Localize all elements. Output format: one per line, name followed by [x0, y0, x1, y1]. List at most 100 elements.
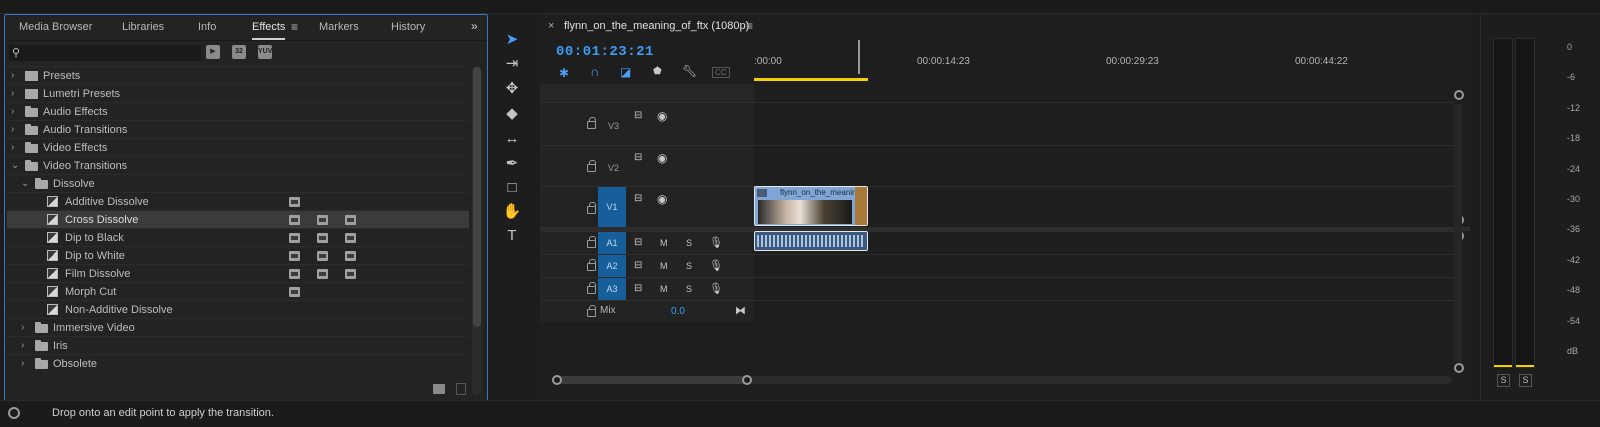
- tree-item[interactable]: › Immersive Video: [7, 318, 469, 336]
- lock-icon[interactable]: [587, 202, 596, 214]
- wrench-icon[interactable]: 🔧︎: [682, 64, 697, 78]
- work-area-bar[interactable]: [754, 78, 868, 81]
- tree-item[interactable]: Morph Cut: [7, 282, 469, 300]
- chevron-down-icon[interactable]: ⌄: [21, 175, 31, 193]
- tree-item[interactable]: › Presets: [7, 66, 469, 84]
- lock-icon[interactable]: [587, 236, 596, 248]
- rectangle-tool[interactable]: □: [499, 176, 525, 198]
- sync-lock-icon[interactable]: ⊟: [634, 260, 642, 271]
- lock-icon[interactable]: [587, 282, 596, 294]
- chevron-right-icon[interactable]: ›: [11, 103, 21, 121]
- chevron-right-icon[interactable]: ›: [21, 319, 31, 337]
- tree-item[interactable]: ⌄ Video Transitions: [7, 156, 469, 174]
- tab-effects[interactable]: Effects: [252, 21, 286, 40]
- playhead-timecode[interactable]: 00:01:23:21: [556, 44, 654, 60]
- new-bin-icon[interactable]: [433, 384, 445, 394]
- tree-item[interactable]: Dip to Black: [7, 228, 469, 246]
- solo-button[interactable]: S: [686, 284, 692, 294]
- solo-right-button[interactable]: S: [1519, 374, 1532, 387]
- ripple-edit-tool[interactable]: ✥: [499, 77, 525, 99]
- microphone-icon[interactable]: 🎙︎: [709, 259, 723, 272]
- vertical-zoom-handle[interactable]: [1454, 90, 1464, 100]
- eye-icon[interactable]: ◉: [657, 192, 667, 206]
- selection-tool[interactable]: ➤: [499, 28, 525, 50]
- tree-item[interactable]: ⌄ Dissolve: [7, 174, 469, 192]
- mix-volume-value[interactable]: 0.0: [671, 306, 685, 317]
- tab-markers[interactable]: Markers: [319, 21, 359, 33]
- source-patch-v1[interactable]: V1: [598, 187, 626, 228]
- captions-icon[interactable]: CC: [712, 67, 730, 78]
- solo-button[interactable]: S: [686, 238, 692, 248]
- video-clip[interactable]: flynn_on_the_meanin: [754, 186, 868, 226]
- type-tool[interactable]: T: [499, 224, 525, 246]
- track-body-v2[interactable]: [754, 145, 1454, 186]
- track-body-a3[interactable]: [754, 277, 1454, 300]
- sync-lock-icon[interactable]: ⊟: [634, 283, 642, 294]
- mute-button[interactable]: M: [660, 261, 668, 271]
- vertical-scrollbar[interactable]: [1454, 104, 1462, 362]
- tab-libraries[interactable]: Libraries: [122, 21, 164, 33]
- tree-item[interactable]: Additive Dissolve: [7, 192, 469, 210]
- playhead[interactable]: [858, 40, 860, 74]
- hamburger-icon[interactable]: ≡: [746, 19, 753, 33]
- mute-button[interactable]: M: [660, 238, 668, 248]
- chevron-right-icon[interactable]: ›: [11, 121, 21, 139]
- eye-icon[interactable]: ◉: [657, 151, 667, 165]
- 32-bit-icon[interactable]: 32: [232, 45, 246, 59]
- close-icon[interactable]: ×: [548, 20, 554, 32]
- hand-tool[interactable]: ✋: [499, 200, 525, 222]
- accelerated-effects-icon[interactable]: ▶: [206, 45, 220, 59]
- slip-tool[interactable]: ↔: [499, 127, 525, 149]
- sequence-tab-title[interactable]: flynn_on_the_meaning_of_ftx (1080p): [564, 20, 749, 32]
- track-body-a2[interactable]: [754, 254, 1454, 277]
- tree-item[interactable]: Film Dissolve: [7, 264, 469, 282]
- tree-item[interactable]: Dip to White: [7, 246, 469, 264]
- hamburger-icon[interactable]: ≡: [291, 20, 298, 34]
- sync-lock-icon[interactable]: ⊟: [634, 237, 642, 248]
- microphone-icon[interactable]: 🎙︎: [709, 236, 723, 249]
- track-target-a3[interactable]: A3: [598, 278, 626, 301]
- double-chevron-right-icon[interactable]: »: [471, 19, 478, 33]
- track-target-a1[interactable]: A1: [598, 232, 626, 255]
- chevron-right-icon[interactable]: ›: [11, 139, 21, 157]
- tree-item[interactable]: Cross Dissolve: [7, 210, 469, 228]
- zoom-handle-left[interactable]: [552, 375, 562, 385]
- tab-media-browser[interactable]: Media Browser: [19, 21, 92, 33]
- yuv-icon[interactable]: YUV: [258, 45, 272, 59]
- scrollbar-thumb[interactable]: [552, 376, 749, 384]
- zoom-handle-right[interactable]: [742, 375, 752, 385]
- search-field[interactable]: [25, 45, 195, 61]
- time-ruler[interactable]: :00:00 00:00:14:23 00:00:29:23 00:00:44:…: [754, 40, 1454, 82]
- tree-item[interactable]: › Video Effects: [7, 138, 469, 156]
- add-marker-icon[interactable]: ⬟: [653, 66, 662, 77]
- lock-icon[interactable]: [587, 259, 596, 271]
- razor-tool[interactable]: ◆: [499, 102, 525, 124]
- sync-lock-icon[interactable]: ⊟: [634, 110, 642, 121]
- mute-button[interactable]: M: [660, 284, 668, 294]
- tree-item[interactable]: › Obsolete: [7, 354, 469, 372]
- chevron-right-icon[interactable]: ›: [21, 355, 31, 373]
- chevron-right-icon[interactable]: ›: [21, 337, 31, 355]
- chevron-right-icon[interactable]: ›: [11, 85, 21, 103]
- horizontal-scrollbar[interactable]: [552, 376, 1452, 384]
- linked-selection-icon[interactable]: ◪: [620, 65, 631, 79]
- nest-toggle-icon[interactable]: ✱: [559, 66, 569, 80]
- snap-magnet-icon[interactable]: ∩: [590, 64, 599, 79]
- pen-tool[interactable]: ✒: [499, 152, 525, 174]
- sync-lock-icon[interactable]: ⊟: [634, 152, 642, 163]
- tree-item[interactable]: › Audio Transitions: [7, 120, 469, 138]
- microphone-icon[interactable]: 🎙︎: [709, 282, 723, 295]
- tree-item[interactable]: › Audio Effects: [7, 102, 469, 120]
- tab-history[interactable]: History: [391, 21, 425, 33]
- tab-info[interactable]: Info: [198, 21, 216, 33]
- vertical-zoom-handle[interactable]: [1454, 363, 1464, 373]
- solo-left-button[interactable]: S: [1497, 374, 1510, 387]
- eye-icon[interactable]: ◉: [657, 109, 667, 123]
- lock-icon[interactable]: [587, 160, 596, 172]
- search-input[interactable]: ⚲: [9, 45, 201, 61]
- chevron-down-icon[interactable]: ⌄: [11, 157, 21, 175]
- go-to-end-icon[interactable]: ⧓: [735, 304, 746, 317]
- tree-item[interactable]: › Iris: [7, 336, 469, 354]
- effects-scrollbar[interactable]: [472, 67, 482, 395]
- audio-clip[interactable]: [754, 231, 868, 251]
